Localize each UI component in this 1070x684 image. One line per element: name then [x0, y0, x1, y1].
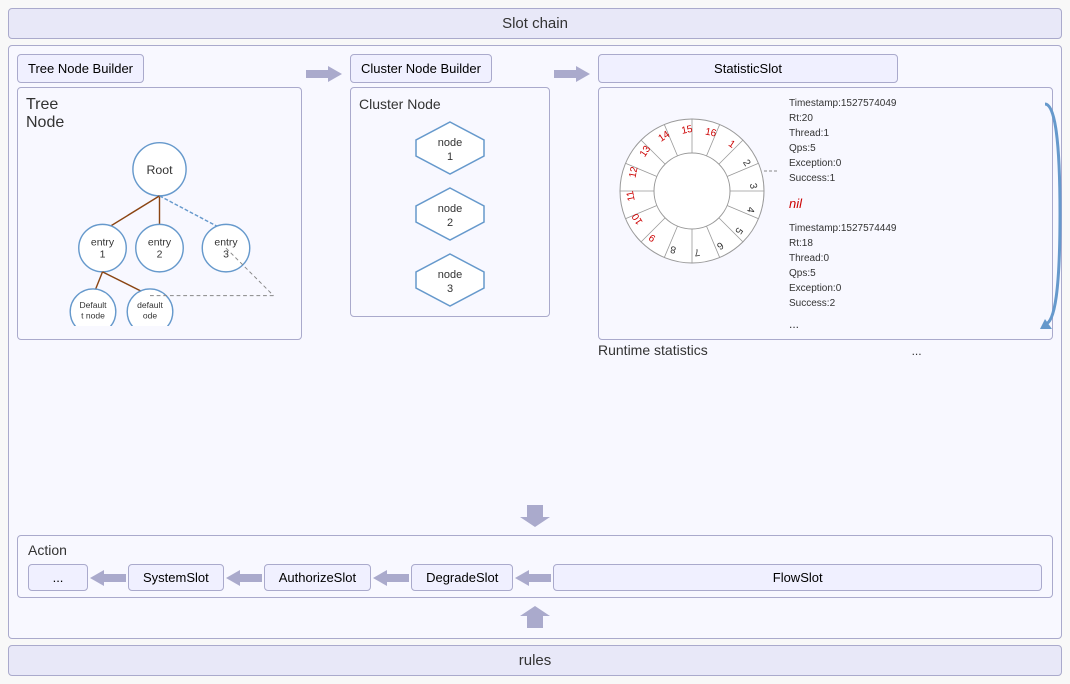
svg-text:Default: Default: [79, 300, 107, 310]
svg-text:t node: t node: [81, 310, 105, 320]
arrow-left-2-icon: [226, 568, 262, 588]
slot-builders-row: Tree Node Builder TreeNode Root: [17, 54, 1053, 497]
stat1-timestamp: Timestamp:1527574049: [789, 96, 1044, 111]
stat-ellipsis: ...: [789, 317, 1044, 331]
stat2-qps: Qps:5: [789, 266, 1044, 281]
cluster-node-builder-label: Cluster Node Builder: [361, 61, 481, 76]
stat2-success: Success:2: [789, 296, 1044, 311]
action-slot-ellipsis-label: ...: [53, 570, 64, 585]
action-slot-system: SystemSlot: [128, 564, 224, 591]
stat1-exception: Exception:0: [789, 156, 1044, 171]
main-container: Slot chain Tree Node Builder TreeNode: [0, 0, 1070, 684]
statistic-content: 16 15 1 2 3 4 5 6 7 8 9: [598, 87, 1053, 340]
arrow-left-4: [513, 568, 553, 588]
action-slot-ellipsis: ...: [28, 564, 88, 591]
svg-text:node: node: [438, 137, 462, 149]
svg-text:node: node: [438, 269, 462, 281]
up-arrow-1-icon: [520, 606, 550, 628]
action-slot-flow-label: FlowSlot: [773, 570, 823, 585]
svg-text:node: node: [438, 203, 462, 215]
hex-node-2: node 2: [410, 186, 490, 242]
tree-node-builder-header: Tree Node Builder: [17, 54, 302, 83]
up-arrow-1: [17, 606, 1053, 628]
down-arrow-1: [17, 505, 1053, 527]
svg-text:Root: Root: [146, 163, 173, 177]
arrow-left-1: [88, 568, 128, 588]
stat1-qps: Qps:5: [789, 141, 1044, 156]
svg-text:entry: entry: [214, 237, 238, 248]
statistic-slot-label: StatisticSlot: [714, 61, 782, 76]
cluster-node-builder-box: Cluster Node Builder: [350, 54, 492, 83]
hex-node-1: node 1: [410, 120, 490, 176]
tree-node-area: TreeNode Root entry 1: [17, 87, 302, 340]
action-slots-row: ... SystemSlot AuthorizeSlot: [28, 564, 1042, 591]
action-slot-authorize-label: AuthorizeSlot: [279, 570, 356, 585]
svg-text:default: default: [137, 300, 163, 310]
arrow-left-4-icon: [515, 568, 551, 588]
runtime-stats-label: Runtime statistics ...: [598, 340, 1053, 360]
runtime-ellipsis: ...: [912, 344, 922, 358]
stat-info-box-1: Timestamp:1527574049 Rt:20 Thread:1 Qps:…: [789, 96, 1044, 186]
slot-chain-header: Slot chain: [8, 8, 1062, 39]
action-slot-degrade-label: DegradeSlot: [426, 570, 498, 585]
svg-text:2: 2: [157, 250, 163, 261]
arrow-left-1-icon: [90, 568, 126, 588]
rules-title: rules: [519, 652, 552, 669]
hex-node-3: node 3: [410, 252, 490, 308]
svg-text:entry: entry: [91, 237, 115, 248]
arrow-right-2-icon: [554, 64, 590, 84]
stat-info-box-2: Timestamp:1527574449 Rt:18 Thread:0 Qps:…: [789, 221, 1044, 311]
tree-diagram: Root entry 1 entry 2: [26, 136, 293, 326]
blue-curve-arrow-container: [1040, 88, 1062, 339]
action-slot-degrade: DegradeSlot: [411, 564, 513, 591]
hex-container: node 1 node 2 node 3: [359, 120, 541, 308]
stat1-success: Success:1: [789, 171, 1044, 186]
stat2-rt: Rt:18: [789, 236, 1044, 251]
action-slot-flow: FlowSlot: [553, 564, 1042, 591]
action-slot-system-label: SystemSlot: [143, 570, 209, 585]
wheel-diagram: 16 15 1 2 3 4 5 6 7 8 9: [607, 96, 777, 276]
down-arrow-1-icon: [520, 505, 550, 527]
blue-curve-arrow-icon: [1040, 94, 1062, 334]
action-label: Action: [28, 542, 1042, 558]
cluster-node-builder-area: Cluster Node Builder Cluster Node node 1: [350, 54, 550, 317]
svg-text:1: 1: [100, 250, 106, 261]
statistic-slot-area: StatisticSlot: [598, 54, 1053, 360]
stat2-thread: Thread:0: [789, 251, 1044, 266]
middle-section: Tree Node Builder TreeNode Root: [8, 45, 1062, 639]
tree-node-builder-label: Tree Node Builder: [28, 61, 133, 76]
arrow-left-2: [224, 568, 264, 588]
arrow-left-3-icon: [373, 568, 409, 588]
svg-text:3: 3: [447, 283, 453, 295]
action-slot-authorize: AuthorizeSlot: [264, 564, 371, 591]
arrow-right-2: [550, 64, 594, 84]
tree-node-area-label: TreeNode: [26, 96, 293, 132]
stat-nil-label: nil: [789, 196, 1044, 211]
stat2-exception: Exception:0: [789, 281, 1044, 296]
runtime-stats-text: Runtime statistics: [598, 342, 708, 358]
stats-info: Timestamp:1527574049 Rt:20 Thread:1 Qps:…: [785, 96, 1044, 331]
stat1-thread: Thread:1: [789, 126, 1044, 141]
statistic-slot-header: StatisticSlot: [598, 54, 1053, 83]
rules-footer: rules: [8, 645, 1062, 676]
wheel-container: 16 15 1 2 3 4 5 6 7 8 9: [607, 96, 777, 276]
stat2-timestamp: Timestamp:1527574449: [789, 221, 1044, 236]
svg-text:entry: entry: [148, 237, 172, 248]
cluster-node-builder-header: Cluster Node Builder: [350, 54, 550, 83]
cluster-node-area-label: Cluster Node: [359, 96, 541, 112]
svg-text:1: 1: [447, 151, 453, 163]
svg-text:2: 2: [447, 217, 453, 229]
arrow-right-1-icon: [306, 64, 342, 84]
cluster-node-area: Cluster Node node 1 node 2: [350, 87, 550, 317]
tree-node-builder-area: Tree Node Builder TreeNode Root: [17, 54, 302, 340]
stat1-rt: Rt:20: [789, 111, 1044, 126]
tree-node-builder-box: Tree Node Builder: [17, 54, 144, 83]
slot-chain-title: Slot chain: [502, 15, 568, 32]
action-section: Action ... SystemSlot: [17, 535, 1053, 598]
svg-text:3: 3: [223, 250, 229, 261]
arrow-left-3: [371, 568, 411, 588]
svg-text:ode: ode: [143, 310, 158, 320]
statistic-slot-box: StatisticSlot: [598, 54, 898, 83]
arrow-right-1: [302, 64, 346, 84]
